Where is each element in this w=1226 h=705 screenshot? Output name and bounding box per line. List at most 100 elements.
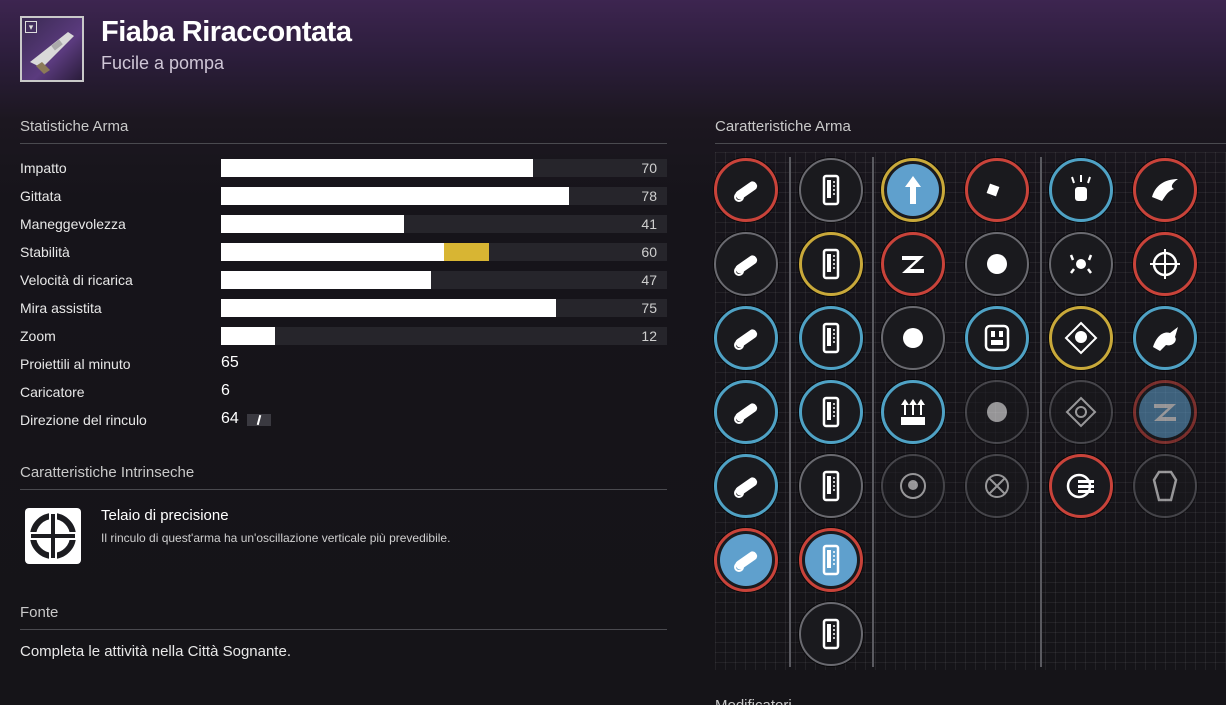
ammo-burst-icon bbox=[987, 254, 1007, 274]
barrel-spiral-perk[interactable] bbox=[714, 306, 778, 370]
coin-stack-icon bbox=[1066, 473, 1094, 499]
magazine-stack-perk[interactable] bbox=[799, 380, 863, 444]
drops-perk[interactable] bbox=[1049, 232, 1113, 296]
magazine-striped-icon bbox=[822, 248, 840, 280]
diamond-target-perk[interactable] bbox=[1049, 380, 1113, 444]
barrel-round-icon bbox=[734, 477, 758, 498]
perk-inner bbox=[887, 460, 939, 512]
stat-label: Mira assistita bbox=[20, 300, 102, 316]
magazine-ribbed-perk[interactable] bbox=[799, 306, 863, 370]
stat-label: Caricatore bbox=[20, 384, 85, 400]
barrel-perk[interactable] bbox=[714, 158, 778, 222]
stat-bar-fill bbox=[221, 159, 534, 177]
barrel-spiral-icon bbox=[734, 329, 758, 350]
stat-bar-fill bbox=[221, 327, 275, 345]
crosshair-x-perk[interactable] bbox=[965, 454, 1029, 518]
lightning-z-perk[interactable] bbox=[1133, 380, 1197, 444]
wings-perk[interactable] bbox=[1133, 158, 1197, 222]
triple-arrow-icon bbox=[901, 399, 925, 425]
ammo-burst-perk[interactable] bbox=[965, 232, 1029, 296]
skull-diamond-perk[interactable] bbox=[1049, 306, 1113, 370]
perk-inner bbox=[805, 386, 857, 438]
perk-inner bbox=[1055, 238, 1107, 290]
target-skull-perk[interactable] bbox=[881, 454, 945, 518]
lightning-z-perk[interactable] bbox=[881, 232, 945, 296]
crescent-perk[interactable] bbox=[965, 158, 1029, 222]
intrinsic-description: Il rinculo di quest'arma ha un'oscillazi… bbox=[101, 531, 451, 545]
stat-value: 64 bbox=[221, 410, 239, 427]
perk-inner bbox=[720, 534, 772, 586]
perk-inner bbox=[805, 164, 857, 216]
stat-row: Mira assistita 75 bbox=[20, 297, 667, 319]
coin-stack-perk[interactable] bbox=[1049, 454, 1113, 518]
stat-bar-fill bbox=[221, 271, 431, 289]
magazine-striped-perk[interactable] bbox=[799, 232, 863, 296]
crescent-icon bbox=[986, 177, 1002, 203]
perk-inner bbox=[1055, 386, 1107, 438]
column-divider bbox=[1040, 157, 1042, 667]
perk-inner bbox=[1139, 164, 1191, 216]
perk-inner bbox=[1139, 386, 1191, 438]
coffin-perk[interactable] bbox=[1133, 454, 1197, 518]
perk-inner bbox=[805, 460, 857, 512]
magazine-icon bbox=[822, 174, 840, 206]
magazine-block-perk[interactable] bbox=[799, 602, 863, 666]
ammo-box-perk[interactable] bbox=[965, 306, 1029, 370]
stat-bar: 75 bbox=[221, 299, 667, 317]
stat-bar: 47 bbox=[221, 271, 667, 289]
stat-bar: 60 bbox=[221, 243, 667, 261]
magazine-stack-icon bbox=[822, 396, 840, 428]
weapon-icon: ▾ bbox=[20, 16, 84, 82]
dragon-icon bbox=[1153, 327, 1178, 351]
arrow-up-perk[interactable] bbox=[881, 158, 945, 222]
perk-inner bbox=[805, 608, 857, 660]
magazine-tall-perk[interactable] bbox=[799, 454, 863, 518]
stat-row: Direzione del rinculo 64 bbox=[20, 409, 667, 431]
perk-inner bbox=[805, 312, 857, 364]
stat-value: 70 bbox=[641, 160, 657, 176]
perk-inner bbox=[971, 164, 1023, 216]
barrel-round-perk[interactable] bbox=[714, 454, 778, 518]
crosshair-spin-perk[interactable] bbox=[1133, 232, 1197, 296]
perk-inner bbox=[720, 460, 772, 512]
intrinsic-section-title: Caratteristiche Intrinseche bbox=[20, 464, 667, 490]
perk-inner bbox=[720, 164, 772, 216]
target-skull-icon bbox=[900, 473, 926, 499]
reload-arrow-icon bbox=[987, 402, 1007, 422]
perk-inner bbox=[1055, 460, 1107, 512]
perk-inner bbox=[887, 164, 939, 216]
stat-row: Zoom 12 bbox=[20, 325, 667, 347]
crosshair-spin-icon bbox=[1150, 249, 1180, 279]
perk-inner bbox=[1055, 164, 1107, 216]
fist-sparks-perk[interactable] bbox=[1049, 158, 1113, 222]
barrel-cone-icon bbox=[734, 403, 758, 424]
triple-arrow-perk[interactable] bbox=[881, 380, 945, 444]
stat-value: 41 bbox=[641, 216, 657, 232]
stat-value: 78 bbox=[641, 188, 657, 204]
barrel-arrows-perk[interactable] bbox=[714, 232, 778, 296]
barrel-cone-perk[interactable] bbox=[714, 380, 778, 444]
magazine-crossed-perk[interactable] bbox=[799, 528, 863, 592]
stat-row: Stabilità 60 bbox=[20, 241, 667, 263]
perk-inner bbox=[720, 238, 772, 290]
stat-bar: 41 bbox=[221, 215, 667, 233]
stats-section-title: Statistiche Arma bbox=[20, 118, 667, 144]
magazine-ribbed-icon bbox=[822, 322, 840, 354]
reload-arrow-perk[interactable] bbox=[965, 380, 1029, 444]
stat-value: 75 bbox=[641, 300, 657, 316]
precision-frame-icon[interactable] bbox=[25, 508, 81, 564]
stat-row: Velocità di ricarica 47 bbox=[20, 269, 667, 291]
crosshair-x-icon bbox=[985, 474, 1009, 498]
dragon-perk[interactable] bbox=[1133, 306, 1197, 370]
magazine-perk[interactable] bbox=[799, 158, 863, 222]
perk-inner bbox=[1139, 238, 1191, 290]
barrel-crossed-perk[interactable] bbox=[714, 528, 778, 592]
stat-label: Maneggevolezza bbox=[20, 216, 126, 232]
stat-row: Maneggevolezza 41 bbox=[20, 213, 667, 235]
perk-inner bbox=[887, 386, 939, 438]
perk-inner bbox=[1139, 312, 1191, 364]
spiral-fist-perk[interactable] bbox=[881, 306, 945, 370]
perk-inner bbox=[971, 238, 1023, 290]
stat-bar-fill bbox=[221, 243, 444, 261]
perk-inner bbox=[1139, 460, 1191, 512]
